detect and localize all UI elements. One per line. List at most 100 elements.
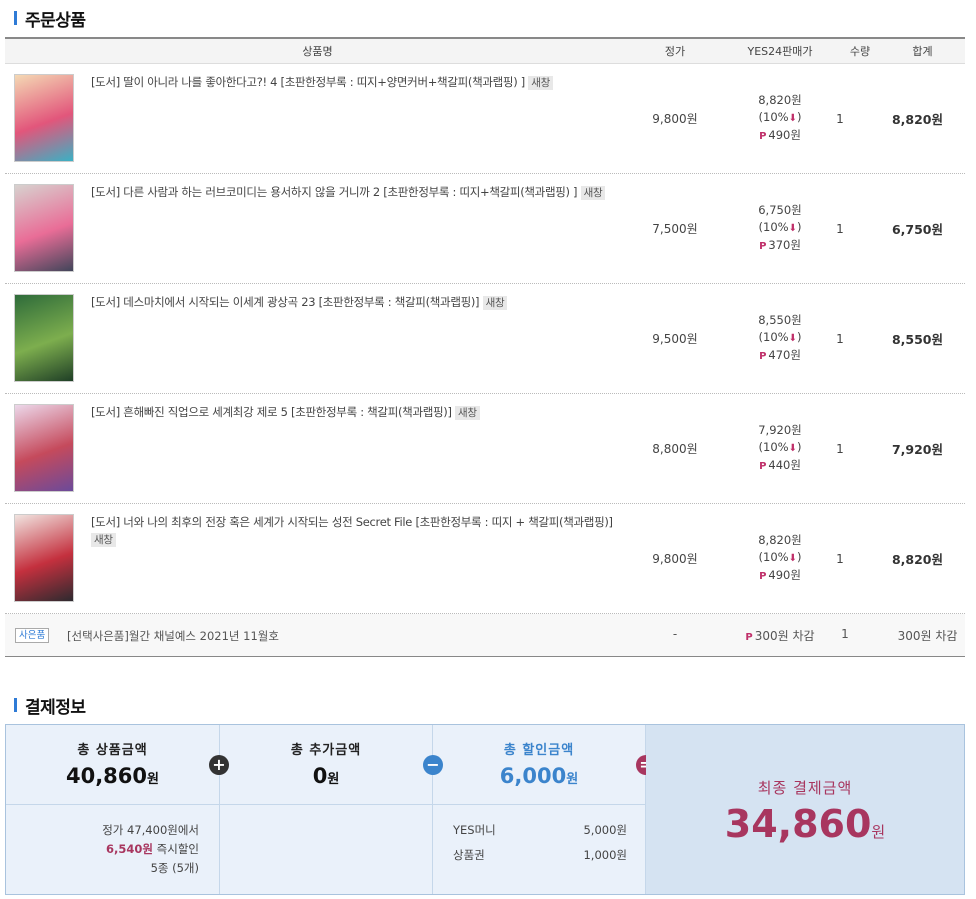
points: P 470원 <box>759 348 801 362</box>
list-price: 9,800원 <box>652 112 698 126</box>
row-total: 7,920원 <box>891 442 944 457</box>
order-section-title: 주문상품 <box>14 8 86 31</box>
order-title-text: 주문상품 <box>25 10 86 31</box>
row-total: 8,550원 <box>891 332 944 347</box>
list-price: 7,500원 <box>652 222 698 236</box>
gift-qty: 1 <box>841 627 849 641</box>
discount-rate: (10%⬇) <box>758 440 802 454</box>
points: P 490원 <box>759 128 801 142</box>
product-total-amount: 40,860원 <box>65 764 159 788</box>
payment-title-text: 결제정보 <box>25 697 86 718</box>
header-name: 상품명 <box>302 45 333 58</box>
extra-amount: 0원 <box>312 764 340 788</box>
quantity: 1 <box>836 111 844 126</box>
gift-deduct: P 300원 차감 <box>720 627 840 644</box>
sale-price: 8,820원 <box>758 93 802 107</box>
product-title[interactable]: [도서] 흔해빠진 직업으로 세계최강 제로 5 [초판한정부록 : 책갈피(책… <box>91 404 626 421</box>
table-row: [도서] 흔해빠진 직업으로 세계최강 제로 5 [초판한정부록 : 책갈피(책… <box>5 394 965 504</box>
row-total: 8,820원 <box>891 552 944 567</box>
discount-label: 총 할인금액 <box>503 743 575 758</box>
header-total: 합계 <box>912 45 933 58</box>
quantity: 1 <box>836 221 844 236</box>
points: P 440원 <box>759 458 801 472</box>
list-price: 9,800원 <box>652 552 698 566</box>
product-total-detail: 정가 47,400원에서 6,540원 즉시할인 5종 (5개) <box>6 805 219 878</box>
discount-item: 상품권 1,000원 <box>453 848 627 862</box>
gift-price: - <box>672 627 678 641</box>
sale-price: 8,550원 <box>758 313 802 327</box>
header-qty: 수량 <box>849 45 871 58</box>
product-title[interactable]: [도서] 너와 나의 최후의 전장 혹은 세계가 시작되는 성전 Secret … <box>91 514 626 548</box>
discount-rate: (10%⬇) <box>758 110 802 124</box>
new-window-badge[interactable]: 새창 <box>528 76 554 90</box>
instant-discount-detail: 6,540원 즉시할인 <box>106 842 199 856</box>
gift-text[interactable]: [선택사은품]월간 채널예스 2021년 11월호 <box>67 628 279 644</box>
payment-section-title: 결제정보 <box>14 695 86 718</box>
point-icon: P <box>759 461 767 472</box>
final-amount: 34,860원 <box>724 802 886 846</box>
book-cover-image[interactable] <box>14 404 74 492</box>
final-label: 최종 결제금액 <box>757 779 853 797</box>
table-row: [도서] 너와 나의 최후의 전장 혹은 세계가 시작되는 성전 Secret … <box>5 504 965 614</box>
product-title[interactable]: [도서] 딸이 아니라 나를 좋아한다고?! 4 [초판한정부록 : 띠지+양면… <box>91 74 626 91</box>
new-window-badge[interactable]: 새창 <box>580 186 606 200</box>
point-icon: P <box>745 632 753 643</box>
product-title[interactable]: [도서] 데스마치에서 시작되는 이세계 광상곡 23 [초판한정부록 : 책갈… <box>91 294 626 311</box>
payment-box: 총 상품금액 40,860원 정가 47,400원에서 6,540원 즉시할인 … <box>5 724 965 895</box>
sale-price: 8,820원 <box>758 533 802 547</box>
title-bar <box>14 698 17 712</box>
discount-rate: (10%⬇) <box>758 220 802 234</box>
row-total: 8,820원 <box>891 112 944 127</box>
list-price-detail: 정가 47,400원에서 <box>102 823 199 837</box>
down-arrow-icon: ⬇ <box>788 443 797 454</box>
list-price: 8,800원 <box>652 442 698 456</box>
row-total: 6,750원 <box>891 222 944 237</box>
list-price: 9,500원 <box>652 332 698 346</box>
table-row: [도서] 데스마치에서 시작되는 이세계 광상곡 23 [초판한정부록 : 책갈… <box>5 284 965 394</box>
discount-rate: (10%⬇) <box>758 550 802 564</box>
table-row: [도서] 다른 사람과 하는 러브코미디는 용서하지 않을 거니까 2 [초판한… <box>5 174 965 284</box>
gift-row: 사은품 [선택사은품]월간 채널예스 2021년 11월호 - P 300원 차감… <box>5 614 965 656</box>
points: P 370원 <box>759 238 801 252</box>
discount-amount: 6,000원 <box>499 764 579 788</box>
order-table: 상품명 정가 YES24판매가 수량 합계 [도서] 딸이 아니라 나를 좋아한… <box>5 37 965 657</box>
product-total-label: 총 상품금액 <box>77 743 148 758</box>
down-arrow-icon: ⬇ <box>788 223 797 234</box>
new-window-badge[interactable]: 새창 <box>482 296 508 310</box>
title-bar <box>14 11 17 25</box>
discount-rate: (10%⬇) <box>758 330 802 344</box>
down-arrow-icon: ⬇ <box>788 333 797 344</box>
points: P 490원 <box>759 568 801 582</box>
sale-price: 6,750원 <box>758 203 802 217</box>
extra-total-col: 총 추가금액 0원 <box>220 725 433 894</box>
book-cover-image[interactable] <box>14 184 74 272</box>
product-total-col: 총 상품금액 40,860원 정가 47,400원에서 6,540원 즉시할인 … <box>6 725 220 894</box>
gift-icon: 사은품 <box>15 628 50 643</box>
book-cover-image[interactable] <box>14 74 74 162</box>
down-arrow-icon: ⬇ <box>788 113 797 124</box>
discount-item: YES머니 5,000원 <box>453 823 627 837</box>
header-sale: YES24판매가 <box>747 45 813 58</box>
quantity: 1 <box>836 331 844 346</box>
product-title[interactable]: [도서] 다른 사람과 하는 러브코미디는 용서하지 않을 거니까 2 [초판한… <box>91 184 626 201</box>
quantity: 1 <box>836 441 844 456</box>
new-window-badge[interactable]: 새창 <box>455 406 480 420</box>
point-icon: P <box>759 571 767 582</box>
table-header: 상품명 정가 YES24판매가 수량 합계 <box>5 39 965 64</box>
sale-price: 7,920원 <box>758 423 802 437</box>
book-cover-image[interactable] <box>14 294 74 382</box>
item-count-detail: 5종 (5개) <box>150 861 199 875</box>
book-cover-image[interactable] <box>14 514 74 602</box>
point-icon: P <box>759 131 767 142</box>
table-row: [도서] 딸이 아니라 나를 좋아한다고?! 4 [초판한정부록 : 띠지+양면… <box>5 64 965 174</box>
discount-detail-list: YES머니 5,000원 상품권 1,000원 <box>433 805 645 865</box>
quantity: 1 <box>836 551 844 566</box>
final-total-panel: 최종 결제금액 34,860원 <box>646 725 964 894</box>
discount-total-col: 총 할인금액 6,000원 YES머니 5,000원 상품권 1,000원 <box>433 725 646 894</box>
point-icon: P <box>759 351 767 362</box>
gift-total: 300원 차감 <box>897 629 958 643</box>
new-window-badge[interactable]: 새창 <box>91 533 116 547</box>
point-icon: P <box>759 241 767 252</box>
extra-label: 총 추가금액 <box>290 743 362 758</box>
gift-deduct-text: 300원 차감 <box>754 629 815 643</box>
